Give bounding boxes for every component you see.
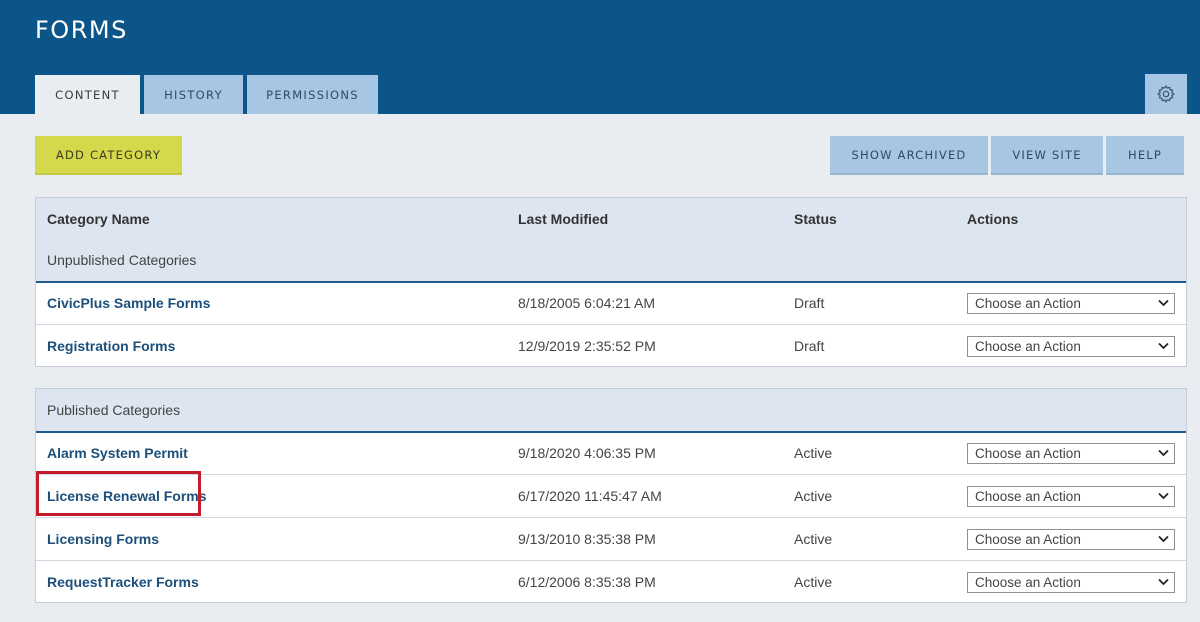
published-group-label: Published Categories [47,402,181,418]
table-row: Registration Forms 12/9/2019 2:35:52 PM … [36,325,1186,368]
status: Active [794,574,833,590]
category-name-link[interactable]: Licensing Forms [47,518,159,560]
unpublished-group-label: Unpublished Categories [47,252,197,268]
chevron-down-icon [1158,492,1169,500]
last-modified: 6/12/2006 8:35:38 PM [518,574,656,590]
last-modified: 9/18/2020 4:06:35 PM [518,445,656,461]
add-category-button[interactable]: ADD CATEGORY [35,136,182,175]
action-select[interactable]: Choose an Action [967,528,1175,550]
action-select-value: Choose an Action [975,488,1081,504]
action-select-value: Choose an Action [975,295,1081,311]
table-row: RequestTracker Forms 6/12/2006 8:35:38 P… [36,561,1186,604]
table-row: License Renewal Forms 6/17/2020 11:45:47… [36,475,1186,518]
table-row: Alarm System Permit 9/18/2020 4:06:35 PM… [36,432,1186,475]
action-select[interactable]: Choose an Action [967,292,1175,314]
column-header-category-name: Category Name [47,211,150,227]
tab-content[interactable]: CONTENT [35,75,140,114]
help-button[interactable]: HELP [1106,136,1184,175]
last-modified: 8/18/2005 6:04:21 AM [518,295,655,311]
status: Active [794,531,833,547]
action-select-value: Choose an Action [975,338,1081,354]
tab-history[interactable]: HISTORY [144,75,243,114]
column-header-status: Status [794,211,837,227]
category-name-link[interactable]: Registration Forms [47,325,175,367]
chevron-down-icon [1158,299,1169,307]
tab-permissions[interactable]: PERMISSIONS [247,75,378,114]
chevron-down-icon [1158,535,1169,543]
action-cell: Choose an Action [967,518,1175,560]
published-categories-table: Published Categories Alarm System Permit… [35,388,1187,603]
last-modified: 12/9/2019 2:35:52 PM [518,338,656,354]
action-select[interactable]: Choose an Action [967,442,1175,464]
action-select-value: Choose an Action [975,445,1081,461]
status: Active [794,488,833,504]
table-row: Licensing Forms 9/13/2010 8:35:38 PM Act… [36,518,1186,561]
action-cell: Choose an Action [967,325,1175,367]
action-select-value: Choose an Action [975,531,1081,547]
category-name-link[interactable]: License Renewal Forms [47,475,207,517]
column-header-last-modified: Last Modified [518,211,609,227]
action-cell: Choose an Action [967,282,1175,324]
action-select[interactable]: Choose an Action [967,485,1175,507]
last-modified: 9/13/2010 8:35:38 PM [518,531,656,547]
last-modified: 6/17/2020 11:45:47 AM [518,488,662,504]
chevron-down-icon [1158,342,1169,350]
action-cell: Choose an Action [967,475,1175,517]
table-header: Category Name Last Modified Status Actio… [36,198,1186,283]
header-bar: FORMS CONTENT HISTORY PERMISSIONS [0,0,1200,114]
gear-icon [1156,84,1175,104]
chevron-down-icon [1158,449,1169,457]
unpublished-categories-table: Category Name Last Modified Status Actio… [35,197,1187,367]
chevron-down-icon [1158,578,1169,586]
column-header-actions: Actions [967,211,1019,227]
action-select[interactable]: Choose an Action [967,335,1175,357]
table-header: Published Categories [36,389,1186,433]
action-select[interactable]: Choose an Action [967,571,1175,593]
category-name-link[interactable]: CivicPlus Sample Forms [47,282,210,324]
view-site-button[interactable]: VIEW SITE [991,136,1103,175]
action-select-value: Choose an Action [975,574,1081,590]
status: Draft [794,338,825,354]
status: Active [794,445,833,461]
status: Draft [794,295,825,311]
action-cell: Choose an Action [967,561,1175,603]
show-archived-button[interactable]: SHOW ARCHIVED [830,136,988,175]
action-cell: Choose an Action [967,432,1175,474]
category-name-link[interactable]: Alarm System Permit [47,432,188,474]
settings-button[interactable] [1145,74,1187,114]
category-name-link[interactable]: RequestTracker Forms [47,561,199,603]
table-row: CivicPlus Sample Forms 8/18/2005 6:04:21… [36,282,1186,325]
page-title: FORMS [35,16,128,44]
